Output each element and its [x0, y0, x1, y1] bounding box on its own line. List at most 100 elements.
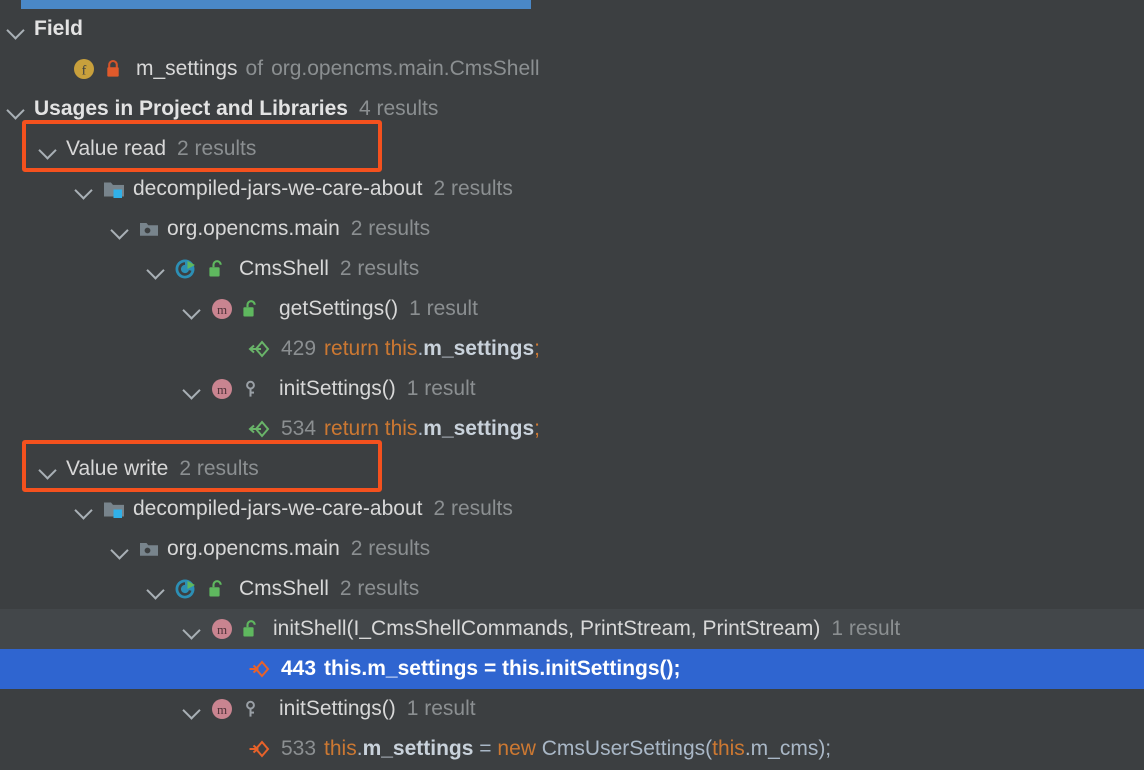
chevron-down-icon[interactable]: [72, 497, 96, 521]
module-count: 2 results: [433, 177, 513, 200]
module-label: decompiled-jars-we-care-about: [133, 497, 423, 520]
private-lock-icon: [103, 58, 123, 80]
method-count: 1 result: [406, 377, 476, 400]
class-label: CmsShell: [239, 577, 329, 600]
chevron-down-icon[interactable]: [180, 297, 204, 321]
method-icon: m: [210, 617, 234, 641]
tree-node-field-item[interactable]: f m_settings of org.opencms.main.CmsShel…: [0, 49, 1144, 89]
line-number: 443: [281, 657, 317, 680]
chevron-down-icon[interactable]: [108, 537, 132, 561]
package-folder-icon: [138, 218, 160, 240]
code-token: new: [497, 737, 542, 760]
code-token: return: [324, 337, 385, 360]
code-token: this: [712, 737, 745, 760]
group-label: Value read: [66, 137, 167, 160]
package-folder-icon: [138, 538, 160, 560]
group-count: 2 results: [177, 137, 257, 160]
value-read-arrow-icon: [248, 338, 274, 360]
svg-text:m: m: [217, 302, 227, 317]
chevron-down-icon[interactable]: [108, 217, 132, 241]
group-label: Value write: [66, 457, 169, 480]
field-group-label: Field: [34, 17, 84, 40]
code-token: CmsUserSettings(: [541, 737, 713, 760]
chevron-down-icon[interactable]: [36, 137, 60, 161]
tree-node-usage-line-selected[interactable]: 443 this.m_settings = this.initSettings()…: [0, 649, 1144, 689]
horizontal-scrollbar[interactable]: [0, 0, 1144, 9]
tree-node-class[interactable]: CmsShell 2 results: [0, 569, 1144, 609]
module-label: decompiled-jars-we-care-about: [133, 177, 423, 200]
svg-text:f: f: [82, 64, 87, 79]
tree-node-module[interactable]: decompiled-jars-we-care-about 2 results: [0, 169, 1144, 209]
tree-node-usage-line[interactable]: 533 this.m_settings = new CmsUserSettings…: [0, 729, 1144, 769]
package-label: org.opencms.main: [167, 537, 340, 560]
find-usages-tree[interactable]: Field f m_settings of org.opencms.main.C…: [0, 9, 1144, 770]
tree-node-package[interactable]: org.opencms.main 2 results: [0, 529, 1144, 569]
public-unlock-icon: [207, 258, 226, 280]
tree-node-usage-line[interactable]: 429 return this.m_settings;: [0, 329, 1144, 369]
method-count: 1 result: [409, 297, 478, 320]
method-label: initSettings(): [279, 377, 396, 400]
code-token: this: [384, 417, 418, 440]
scrollbar-thumb[interactable]: [21, 0, 531, 9]
tree-node-method-initsettings-read[interactable]: m initSettings() 1 result: [0, 369, 1144, 409]
chevron-down-icon[interactable]: [144, 257, 168, 281]
code-token: .m_cms);: [744, 737, 832, 760]
method-count: 1 result: [406, 697, 476, 720]
usage-code: 533 this.m_settings = new CmsUserSettings…: [281, 737, 831, 761]
code-token: ;: [534, 417, 540, 440]
code-token: m_settings: [362, 737, 474, 760]
usage-code: 443 this.m_settings = this.initSettings()…: [281, 657, 681, 681]
code-token: m_settings: [423, 337, 535, 360]
chevron-down-icon[interactable]: [180, 697, 204, 721]
chevron-down-icon[interactable]: [72, 177, 96, 201]
field-icon: f: [72, 57, 96, 81]
tree-node-field-group[interactable]: Field: [0, 9, 1144, 49]
module-count: 2 results: [433, 497, 513, 520]
svg-text:m: m: [217, 382, 227, 397]
runnable-class-icon: [174, 577, 200, 601]
value-read-arrow-icon: [248, 418, 274, 440]
module-folder-icon: [102, 178, 126, 200]
chevron-down-icon[interactable]: [4, 97, 28, 121]
class-label: CmsShell: [239, 257, 329, 280]
package-label: org.opencms.main: [167, 217, 340, 240]
package-count: 2 results: [350, 537, 431, 560]
tree-node-package[interactable]: org.opencms.main 2 results: [0, 209, 1144, 249]
chevron-down-icon[interactable]: [180, 617, 204, 641]
usages-root-count: 4 results: [358, 97, 439, 120]
tree-node-class[interactable]: CmsShell 2 results: [0, 249, 1144, 289]
method-label: getSettings(): [279, 297, 399, 320]
chevron-down-icon[interactable]: [36, 457, 60, 481]
tree-node-method-initshell[interactable]: m initShell(I_CmsShellCommands, PrintStr…: [0, 609, 1144, 649]
code-token: m_settings: [367, 657, 479, 680]
public-unlock-icon: [241, 618, 260, 640]
code-token: this: [324, 737, 357, 760]
tree-node-group-value-write[interactable]: Value write 2 results: [0, 449, 1144, 489]
code-token: .initSettings();: [539, 657, 681, 680]
tree-node-method-getsettings[interactable]: m getSettings() 1 result: [0, 289, 1144, 329]
tree-node-group-value-read[interactable]: Value read 2 results: [0, 129, 1144, 169]
value-write-arrow-icon: [248, 738, 274, 760]
field-owner: org.opencms.main.CmsShell: [271, 57, 540, 80]
line-number: 429: [281, 337, 317, 360]
code-token: this: [324, 657, 362, 680]
tree-node-usages-root[interactable]: Usages in Project and Libraries 4 result…: [0, 89, 1144, 129]
method-icon: m: [210, 377, 234, 401]
code-token: this: [384, 337, 418, 360]
chevron-down-icon[interactable]: [4, 17, 28, 41]
field-name: m_settings: [136, 57, 238, 80]
tree-node-usage-line[interactable]: 534 return this.m_settings;: [0, 409, 1144, 449]
chevron-down-icon[interactable]: [180, 377, 204, 401]
tree-node-module[interactable]: decompiled-jars-we-care-about 2 results: [0, 489, 1144, 529]
usage-code: 534 return this.m_settings;: [281, 417, 540, 441]
private-key-icon: [241, 378, 260, 400]
chevron-down-icon[interactable]: [144, 577, 168, 601]
group-count: 2 results: [179, 457, 259, 480]
public-unlock-icon: [241, 298, 260, 320]
field-of-label: of: [245, 57, 264, 80]
module-folder-icon: [102, 498, 126, 520]
code-token: return: [324, 417, 385, 440]
tree-node-method-initsettings-write[interactable]: m initSettings() 1 result: [0, 689, 1144, 729]
package-count: 2 results: [350, 217, 431, 240]
method-icon: m: [210, 697, 234, 721]
